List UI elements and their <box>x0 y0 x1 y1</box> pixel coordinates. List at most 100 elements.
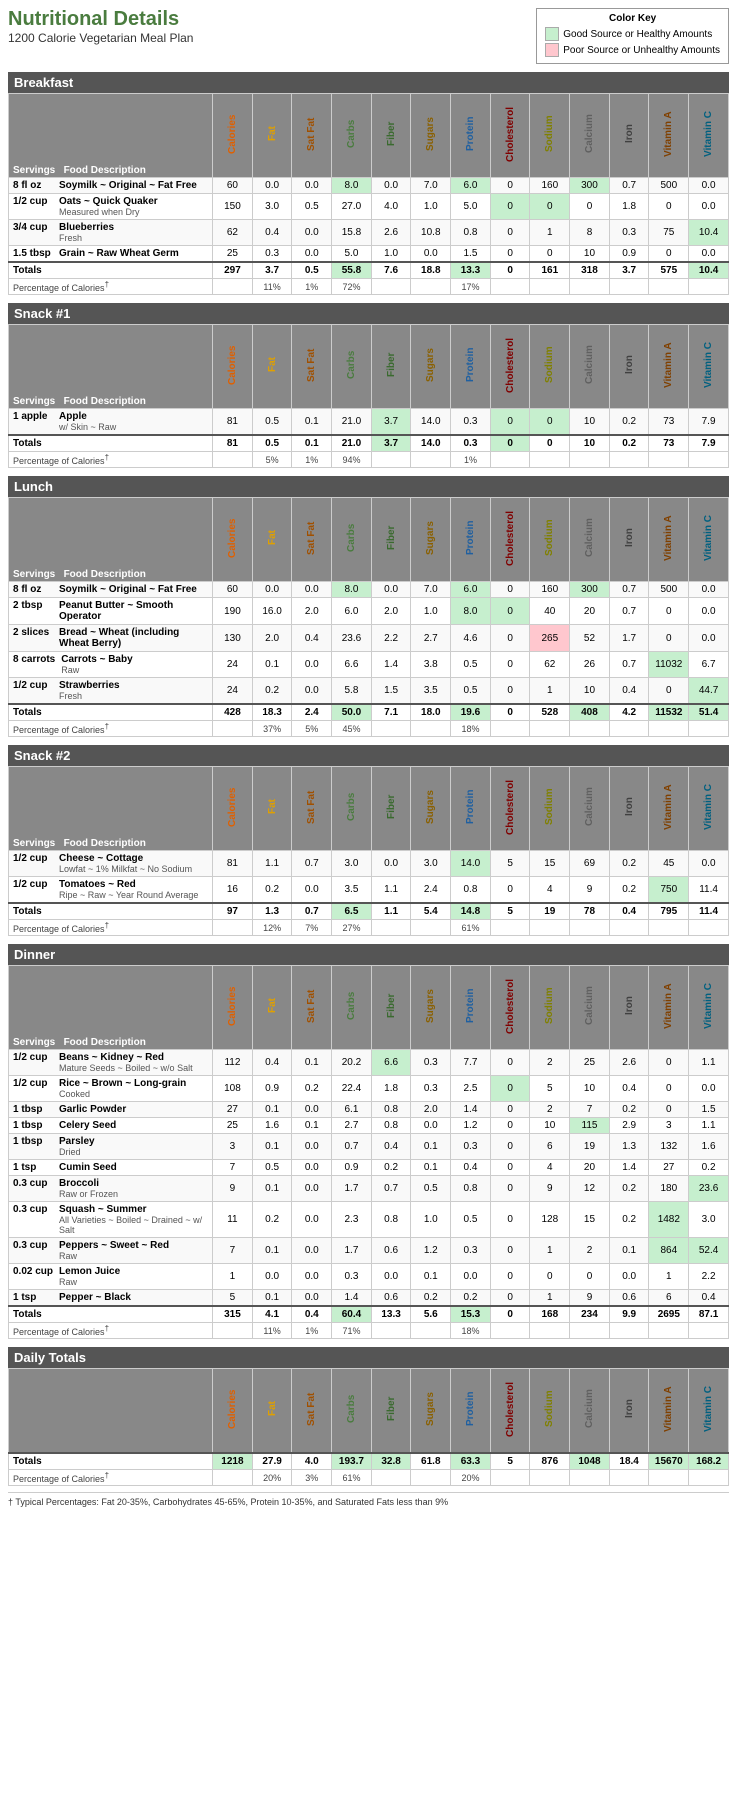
value-cell-vita: 0 <box>649 246 689 263</box>
col-header-cholesterol: Cholesterol <box>490 966 530 1050</box>
value-cell-carbs: 1.4 <box>332 1290 372 1307</box>
value-cell-chol: 0 <box>490 678 530 705</box>
value-cell-calcium: 0 <box>570 1264 610 1290</box>
totals-row: Totals2973.70.555.87.618.813.301613183.7… <box>9 262 729 279</box>
value-cell-vita: 180 <box>649 1176 689 1202</box>
value-cell-sugars: 0.0 <box>411 246 451 263</box>
value-cell-protein: 6.0 <box>451 582 491 598</box>
value-cell-carbs: 6.0 <box>332 598 372 625</box>
value-cell-fiber: 2.2 <box>371 625 411 652</box>
total-cell-carbs: 21.0 <box>332 435 372 452</box>
total-cell-sugars: 18.8 <box>411 262 451 279</box>
value-cell-fat: 0.0 <box>252 178 292 194</box>
color-key-poor: Poor Source or Unhealthy Amounts <box>545 43 720 57</box>
value-cell-sugars: 0.3 <box>411 1050 451 1076</box>
value-cell-chol: 0 <box>490 1238 530 1264</box>
value-cell-iron: 1.3 <box>609 1134 649 1160</box>
value-cell-sugars: 14.0 <box>411 409 451 436</box>
col-header-protein: Protein <box>451 325 491 409</box>
value-cell-carbs: 2.3 <box>332 1202 372 1238</box>
daily-total-cell-iron: 18.4 <box>609 1453 649 1470</box>
value-cell-protein: 4.6 <box>451 625 491 652</box>
col-label-sugars: Sugars <box>424 498 437 578</box>
col-label-sodium: Sodium <box>543 767 556 847</box>
total-cell-chol: 5 <box>490 903 530 920</box>
totals-row: Totals810.50.121.03.714.00.300100.2737.9 <box>9 435 729 452</box>
value-cell-sodium: 1 <box>530 1238 570 1264</box>
total-cell-vita: 2695 <box>649 1306 689 1323</box>
daily-total-cell-fiber: 32.8 <box>371 1453 411 1470</box>
value-cell-chol: 0 <box>490 625 530 652</box>
table-row: 1 tspPepper ~ Black50.10.01.40.60.20.201… <box>9 1290 729 1307</box>
total-cell-vitc: 10.4 <box>689 262 729 279</box>
pct-protein: 61% <box>451 920 491 936</box>
total-cell-carbs: 55.8 <box>332 262 372 279</box>
total-cell-calcium: 78 <box>570 903 610 920</box>
value-cell-iron: 0.7 <box>609 582 649 598</box>
value-cell-calcium: 2 <box>570 1238 610 1264</box>
col-label-calcium: Calcium <box>583 498 596 578</box>
value-cell-sodium: 15 <box>530 851 570 877</box>
value-cell-cal: 16 <box>213 877 253 904</box>
value-cell-fat: 0.1 <box>252 1238 292 1264</box>
value-cell-iron: 0.2 <box>609 877 649 904</box>
value-cell-sugars: 2.4 <box>411 877 451 904</box>
totals-row: Totals42818.32.450.07.118.019.605284084.… <box>9 704 729 721</box>
section-breakfast: BreakfastServings Food DescriptionCalori… <box>8 72 729 295</box>
value-cell-cal: 5 <box>213 1290 253 1307</box>
total-cell-sodium: 528 <box>530 704 570 721</box>
percentage-label: Percentage of Calories† <box>9 920 213 936</box>
col-header-sodium: Sodium <box>530 966 570 1050</box>
section-table: Servings Food DescriptionCaloriesFatSat … <box>8 497 729 737</box>
value-cell-carbs: 22.4 <box>332 1076 372 1102</box>
col-label-cholesterol: Cholesterol <box>504 767 517 847</box>
total-cell-protein: 13.3 <box>451 262 491 279</box>
value-cell-iron: 2.6 <box>609 1050 649 1076</box>
value-cell-sodium: 0 <box>530 194 570 220</box>
total-cell-fiber: 7.6 <box>371 262 411 279</box>
value-cell-iron: 0.2 <box>609 851 649 877</box>
daily-total-cell-sodium: 876 <box>530 1453 570 1470</box>
section-lunch: LunchServings Food DescriptionCaloriesFa… <box>8 476 729 737</box>
total-cell-sugars: 5.4 <box>411 903 451 920</box>
value-cell-vita: 500 <box>649 178 689 194</box>
value-cell-sugars: 7.0 <box>411 178 451 194</box>
value-cell-satfat: 0.0 <box>292 1202 332 1238</box>
col-label-calcium: Calcium <box>583 966 596 1046</box>
value-cell-protein: 6.0 <box>451 178 491 194</box>
col-header-vitaminc: Vitamin C <box>689 325 729 409</box>
food-cell: 8 carrotsCarrots ~ BabyRaw <box>9 652 213 678</box>
value-cell-sodium: 10 <box>530 1118 570 1134</box>
daily-pct-label: Percentage of Calories† <box>9 1470 213 1486</box>
value-cell-sodium: 0 <box>530 246 570 263</box>
daily-total-cell-calcium: 1048 <box>570 1453 610 1470</box>
daily-total-cell-carbs: 193.7 <box>332 1453 372 1470</box>
col-label-sugars: Sugars <box>424 767 437 847</box>
value-cell-chol: 0 <box>490 1264 530 1290</box>
value-cell-fat: 0.1 <box>252 1176 292 1202</box>
col-label-calcium: Calcium <box>583 325 596 405</box>
col-header-iron: Iron <box>609 325 649 409</box>
total-cell-iron: 9.9 <box>609 1306 649 1323</box>
table-row: 1 tbspGarlic Powder270.10.06.10.82.01.40… <box>9 1102 729 1118</box>
value-cell-cal: 9 <box>213 1176 253 1202</box>
table-row: 1 tspCumin Seed70.50.00.90.20.10.404201.… <box>9 1160 729 1176</box>
table-row: 3/4 cupBlueberriesFresh620.40.015.82.610… <box>9 220 729 246</box>
table-row: 0.3 cupBroccoliRaw or Frozen90.10.01.70.… <box>9 1176 729 1202</box>
col-label-sugars: Sugars <box>424 94 437 174</box>
col-header-vitamina: Vitamin A <box>649 325 689 409</box>
food-cell: 0.3 cupBroccoliRaw or Frozen <box>9 1176 213 1202</box>
value-cell-protein: 14.0 <box>451 851 491 877</box>
value-cell-satfat: 0.0 <box>292 678 332 705</box>
value-cell-vita: 500 <box>649 582 689 598</box>
total-cell-vitc: 87.1 <box>689 1306 729 1323</box>
col-header-satfat: Sat Fat <box>292 767 332 851</box>
value-cell-carbs: 0.3 <box>332 1264 372 1290</box>
col-label-iron: Iron <box>623 498 636 578</box>
value-cell-protein: 7.7 <box>451 1050 491 1076</box>
value-cell-chol: 0 <box>490 1160 530 1176</box>
daily-total-cell-satfat: 4.0 <box>292 1453 332 1470</box>
value-cell-fat: 0.9 <box>252 1076 292 1102</box>
value-cell-protein: 0.8 <box>451 1176 491 1202</box>
col-label-carbs: Carbs <box>345 325 358 405</box>
